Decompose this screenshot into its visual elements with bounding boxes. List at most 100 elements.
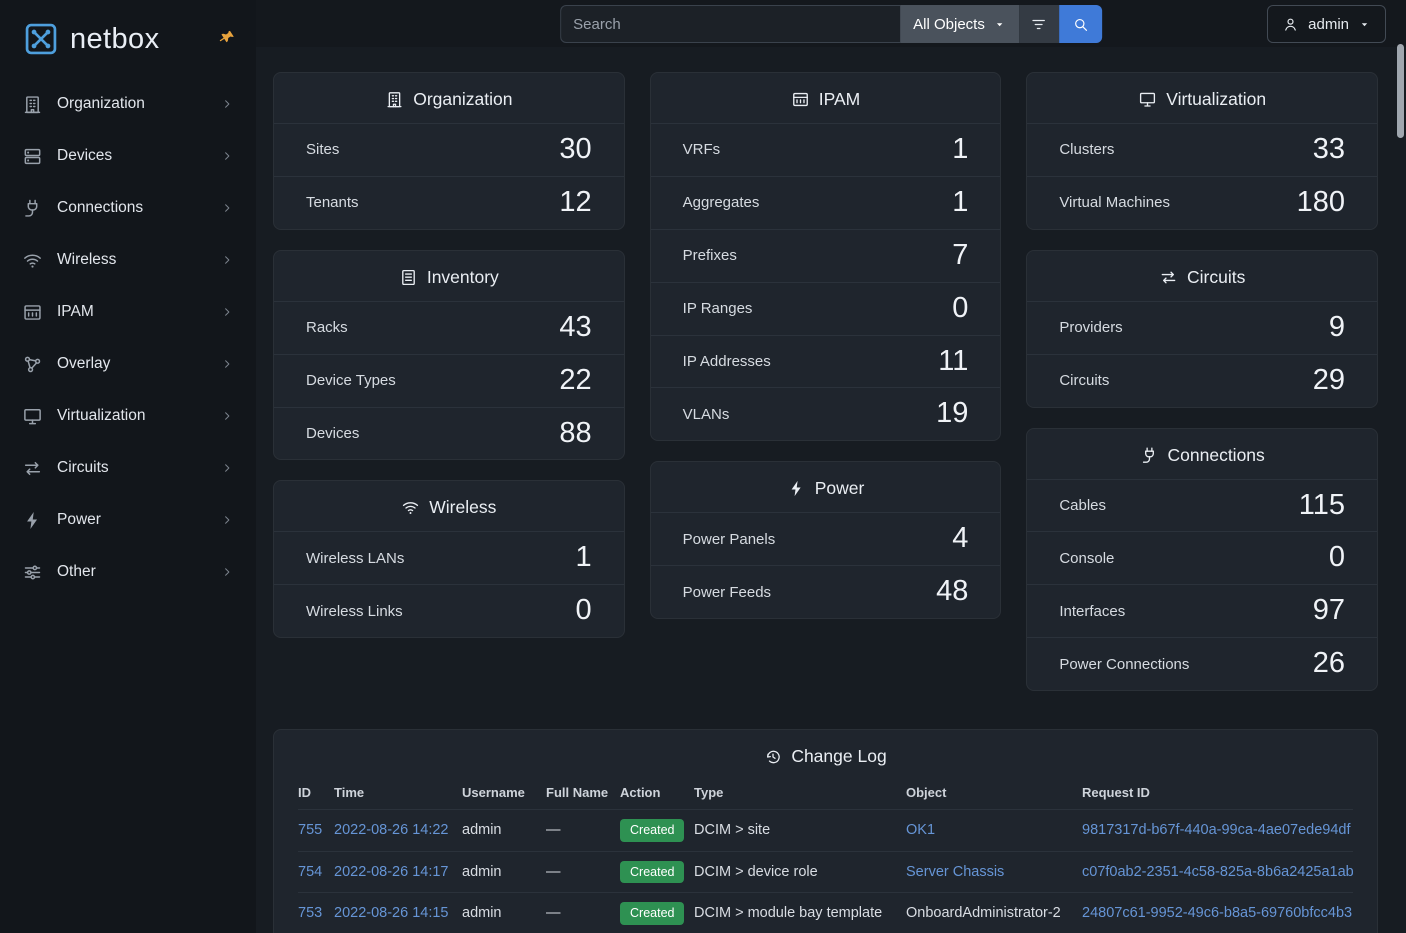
stat-row-devices[interactable]: Devices 88 [274,407,624,460]
history-icon [764,748,782,766]
stat-row-power-panels[interactable]: Power Panels 4 [651,512,1001,565]
filter-button[interactable] [1019,5,1059,43]
stat-value: 180 [1297,187,1345,219]
changelog-fullname: — [546,893,620,933]
sidebar-item-label: Power [57,511,206,529]
scrollbar-thumb[interactable] [1397,44,1404,138]
search-input[interactable] [560,5,900,43]
sidebar-item-ipam[interactable]: IPAM [0,286,256,338]
stat-row-power-feeds[interactable]: Power Feeds 48 [651,565,1001,618]
changelog-request-id-link[interactable]: c07f0ab2-2351-4c58-825a-8b6a2425a1ab [1082,864,1353,880]
stat-row-sites[interactable]: Sites 30 [274,123,624,176]
stat-value: 97 [1313,595,1345,627]
chevron-right-icon [220,565,234,579]
stat-row-console[interactable]: Console 0 [1027,531,1377,584]
sidebar-item-wireless[interactable]: Wireless [0,234,256,286]
stat-value: 0 [576,595,592,627]
changelog-col-full-name: Full Name [546,780,620,810]
changelog-col-time: Time [334,780,462,810]
changelog-object-link[interactable]: Server Chassis [906,864,1004,880]
changelog-object-link[interactable]: OK1 [906,822,935,838]
changelog-request-id-link[interactable]: 24807c61-9952-49c6-b8a5-69760bfcc4b3 [1082,905,1352,921]
stat-row-device-types[interactable]: Device Types 22 [274,354,624,407]
app: netbox Organization Devices Connections … [0,0,1406,933]
sidebar-item-label: Organization [57,95,206,113]
changelog-username: admin [462,851,546,893]
object-type-selector[interactable]: All Objects [900,5,1019,43]
stat-row-aggregates[interactable]: Aggregates 1 [651,176,1001,229]
card-inventory: Inventory Racks 43 Device Types 22 Devic… [273,250,625,461]
stat-row-providers[interactable]: Providers 9 [1027,301,1377,354]
changelog-col-username: Username [462,780,546,810]
changelog-time-link[interactable]: 2022-08-26 14:22 [334,822,449,838]
sidebar-item-organization[interactable]: Organization [0,78,256,130]
changelog-col-request-id: Request ID [1082,780,1353,810]
stat-row-vrfs[interactable]: VRFs 1 [651,123,1001,176]
transfer-icon [1159,268,1178,287]
filter-icon [1030,16,1047,33]
stat-row-racks[interactable]: Racks 43 [274,301,624,354]
changelog-fullname: — [546,851,620,893]
stat-label: Devices [306,425,359,442]
changelog-table-wrap: IDTimeUsernameFull NameActionTypeObjectR… [274,780,1377,933]
stat-row-circuits[interactable]: Circuits 29 [1027,354,1377,407]
stat-row-ip-addresses[interactable]: IP Addresses 11 [651,335,1001,388]
card-title: IPAM [819,89,861,110]
history-icon-wrap [764,748,782,766]
sidebar-item-connections[interactable]: Connections [0,182,256,234]
stat-label: Wireless LANs [306,550,404,567]
building-icon [385,90,404,109]
stat-row-virtual-machines[interactable]: Virtual Machines 180 [1027,176,1377,229]
stat-row-wireless-lans[interactable]: Wireless LANs 1 [274,531,624,584]
stat-label: Power Feeds [683,584,771,601]
sidebar-item-other[interactable]: Other [0,546,256,598]
card-title: Wireless [429,497,496,518]
pin-icon [216,26,237,47]
stat-row-interfaces[interactable]: Interfaces 97 [1027,584,1377,637]
user-menu-button[interactable]: admin [1267,5,1386,43]
user-menu-label: admin [1308,16,1349,33]
chevron-right-icon [220,357,234,371]
search-button[interactable] [1059,5,1102,43]
netbox-logo-icon [22,20,60,58]
stat-row-prefixes[interactable]: Prefixes 7 [651,229,1001,282]
stat-label: Power Connections [1059,656,1189,673]
stat-row-power-connections[interactable]: Power Connections 26 [1027,637,1377,690]
stat-row-ip-ranges[interactable]: IP Ranges 0 [651,282,1001,335]
stat-row-cables[interactable]: Cables 115 [1027,479,1377,532]
card-title: Organization [413,89,512,110]
stat-row-clusters[interactable]: Clusters 33 [1027,123,1377,176]
card-change-log: Change Log IDTimeUsernameFull NameAction… [273,729,1378,933]
changelog-action-badge: Created [620,861,684,884]
object-type-label: All Objects [913,16,985,33]
card-power: Power Power Panels 4 Power Feeds 48 [650,461,1002,619]
sidebar-item-circuits[interactable]: Circuits [0,442,256,494]
card-wireless: Wireless Wireless LANs 1 Wireless Links … [273,480,625,638]
stat-label: IP Ranges [683,300,753,317]
changelog-time-link[interactable]: 2022-08-26 14:17 [334,864,449,880]
changelog-title: Change Log [791,746,886,767]
changelog-id-link[interactable]: 753 [298,905,322,921]
sidebar-item-devices[interactable]: Devices [0,130,256,182]
stat-value: 0 [952,293,968,325]
changelog-col-type: Type [694,780,906,810]
card-organization: Organization Sites 30 Tenants 12 [273,72,625,230]
stat-row-vlans[interactable]: VLANs 19 [651,387,1001,440]
changelog-time-link[interactable]: 2022-08-26 14:15 [334,905,449,921]
stat-value: 26 [1313,648,1345,680]
stat-row-wireless-links[interactable]: Wireless Links 0 [274,584,624,637]
sidebar-item-virtualization[interactable]: Virtualization [0,390,256,442]
dashboard-grid: Organization Sites 30 Tenants 12 Invento… [273,72,1378,691]
stat-value: 9 [1329,312,1345,344]
changelog-object: OnboardAdministrator-2 [906,905,1061,921]
sidebar-item-label: Virtualization [57,407,206,425]
sidebar-item-power[interactable]: Power [0,494,256,546]
changelog-id-link[interactable]: 754 [298,864,322,880]
bolt-icon [22,510,43,531]
changelog-id-link[interactable]: 755 [298,822,322,838]
sidebar-item-overlay[interactable]: Overlay [0,338,256,390]
sidebar-pin-button[interactable] [216,26,237,47]
card-ipam: IPAM VRFs 1 Aggregates 1 Prefixes 7 IP R… [650,72,1002,441]
changelog-request-id-link[interactable]: 9817317d-b67f-440a-99ca-4ae07ede94df [1082,822,1350,838]
stat-row-tenants[interactable]: Tenants 12 [274,176,624,229]
